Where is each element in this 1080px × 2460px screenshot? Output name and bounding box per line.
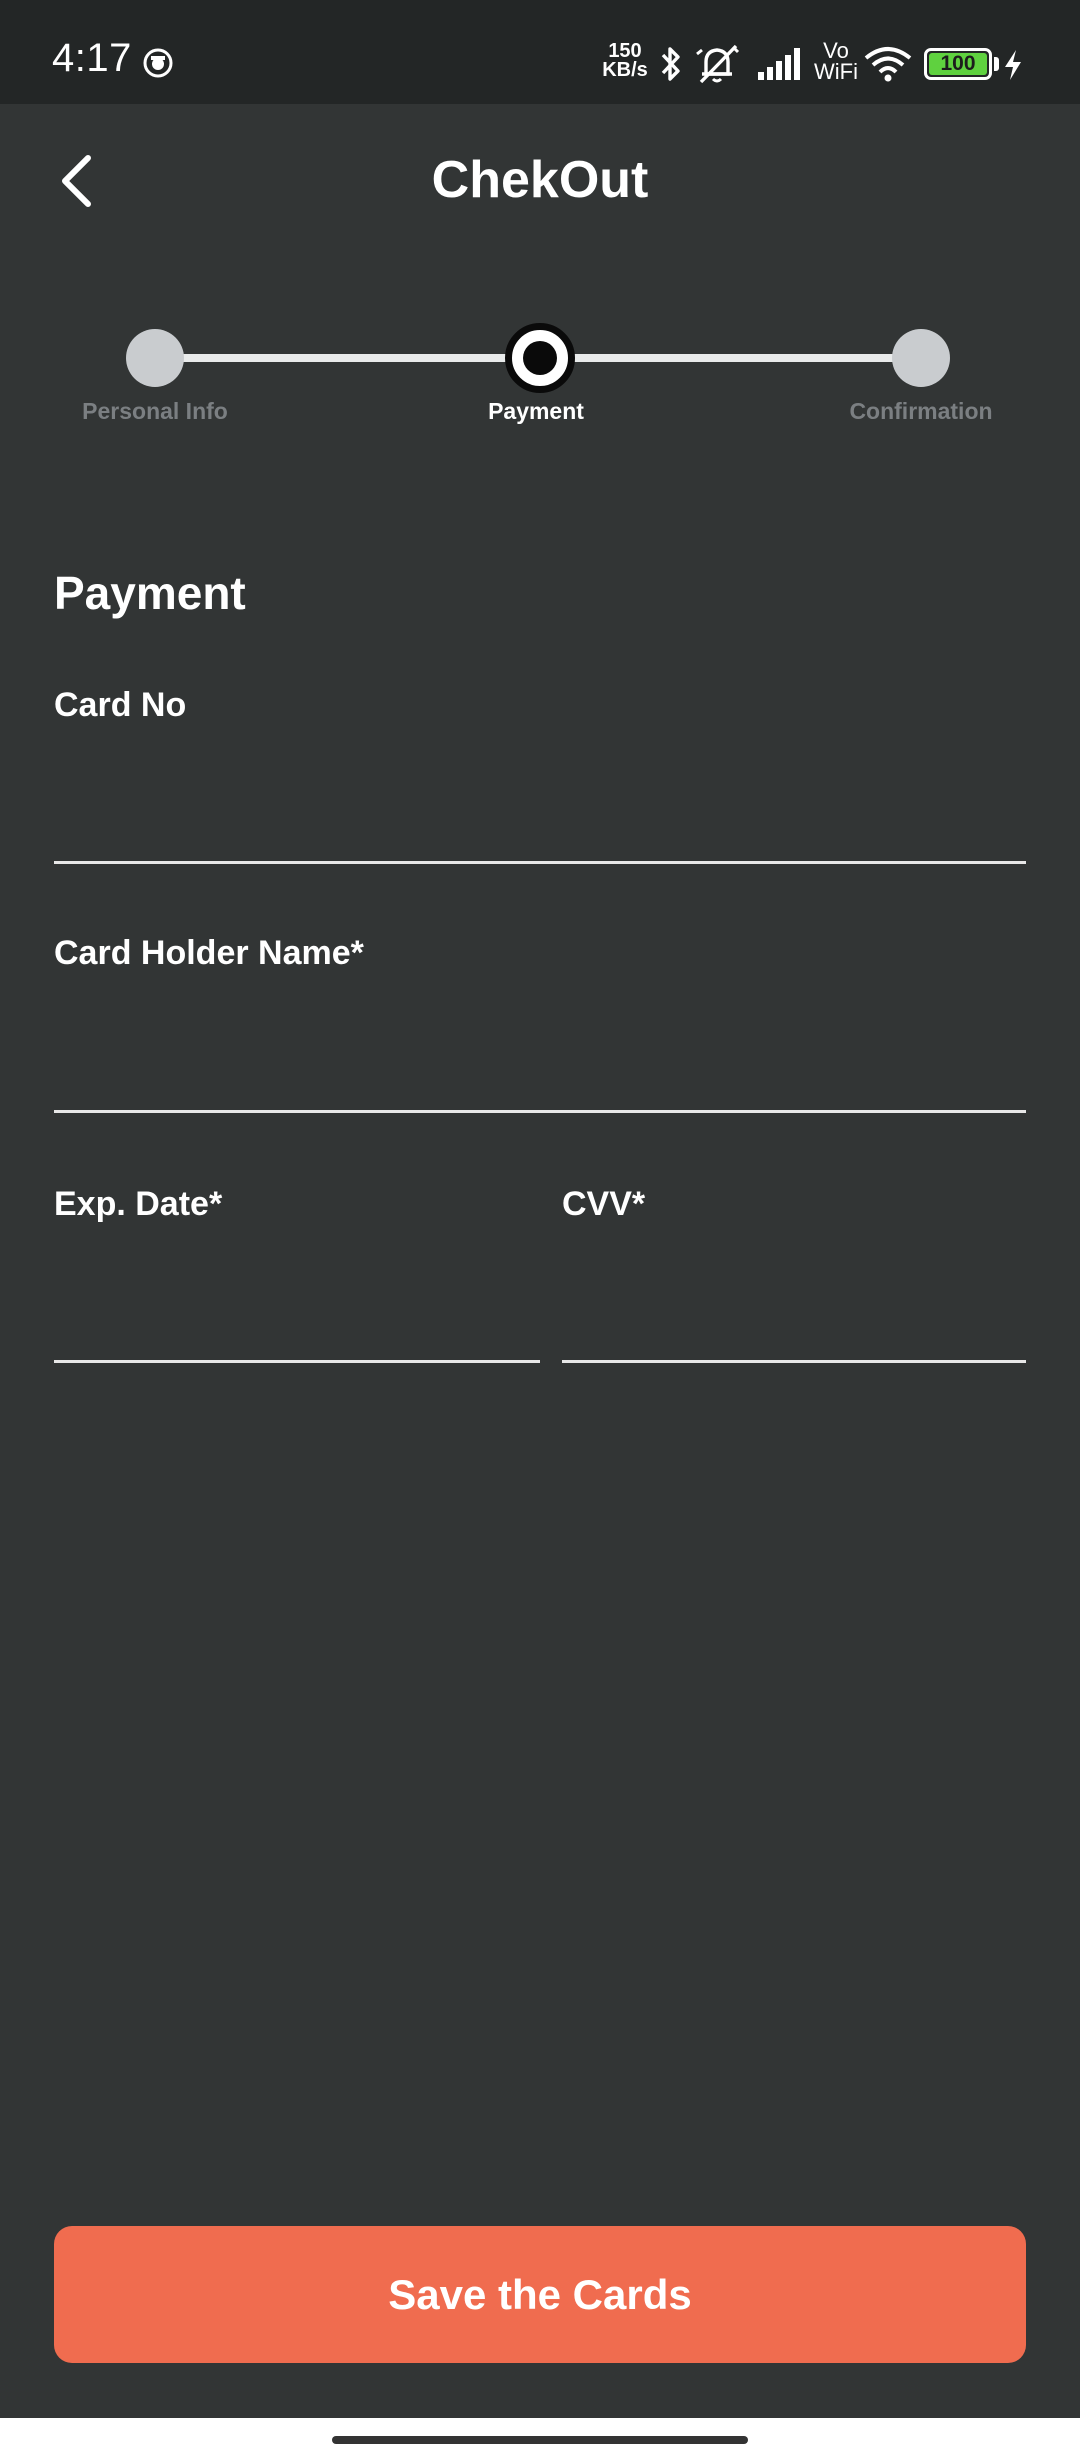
step-indicator-confirmation[interactable] bbox=[892, 329, 950, 387]
cvv-label: CVV* bbox=[562, 1185, 646, 1223]
network-speed-unit: KB/s bbox=[602, 59, 648, 81]
signal-icon bbox=[758, 48, 800, 80]
page-title: ChekOut bbox=[431, 151, 649, 209]
mute-icon bbox=[696, 44, 740, 84]
bluetooth-icon bbox=[661, 47, 680, 81]
status-time: 4:17 bbox=[52, 36, 132, 80]
charging-icon bbox=[1005, 50, 1021, 80]
battery-icon: 100 bbox=[924, 48, 992, 80]
step-indicator-personal-info[interactable] bbox=[126, 329, 184, 387]
step-label-confirmation: Confirmation bbox=[849, 398, 993, 424]
step-label-payment: Payment bbox=[488, 398, 584, 424]
step-label-personal-info: Personal Info bbox=[82, 398, 228, 424]
step-indicator-payment[interactable] bbox=[505, 323, 575, 393]
wifi-icon bbox=[864, 47, 912, 82]
cvv-input[interactable] bbox=[562, 1293, 1026, 1363]
battery-level: 100 bbox=[929, 53, 987, 75]
vowifi-bottom: WiFi bbox=[814, 59, 858, 84]
card-holder-input[interactable] bbox=[54, 1043, 1026, 1113]
vowifi-indicator: Vo WiFi bbox=[812, 38, 860, 84]
section-title: Payment bbox=[54, 567, 246, 619]
exp-date-label: Exp. Date* bbox=[54, 1185, 223, 1223]
home-indicator[interactable] bbox=[332, 2436, 748, 2444]
exp-date-input[interactable] bbox=[54, 1293, 540, 1363]
step-indicator-payment-inner bbox=[523, 341, 557, 375]
save-cards-button[interactable]: Save the Cards bbox=[54, 2226, 1026, 2363]
network-speed: 150 KB/s bbox=[600, 41, 650, 81]
card-holder-label: Card Holder Name* bbox=[54, 934, 364, 972]
app-notification-icon bbox=[143, 48, 173, 78]
card-number-input[interactable] bbox=[54, 794, 1026, 864]
card-number-label: Card No bbox=[54, 686, 187, 724]
status-bar: 4:17 150 KB/s Vo WiFi 100 bbox=[0, 0, 1080, 104]
vowifi-top: Vo bbox=[823, 38, 849, 63]
battery-tip bbox=[994, 57, 999, 71]
checkout-stepper: Personal Info Payment Confirmation bbox=[0, 310, 1080, 440]
